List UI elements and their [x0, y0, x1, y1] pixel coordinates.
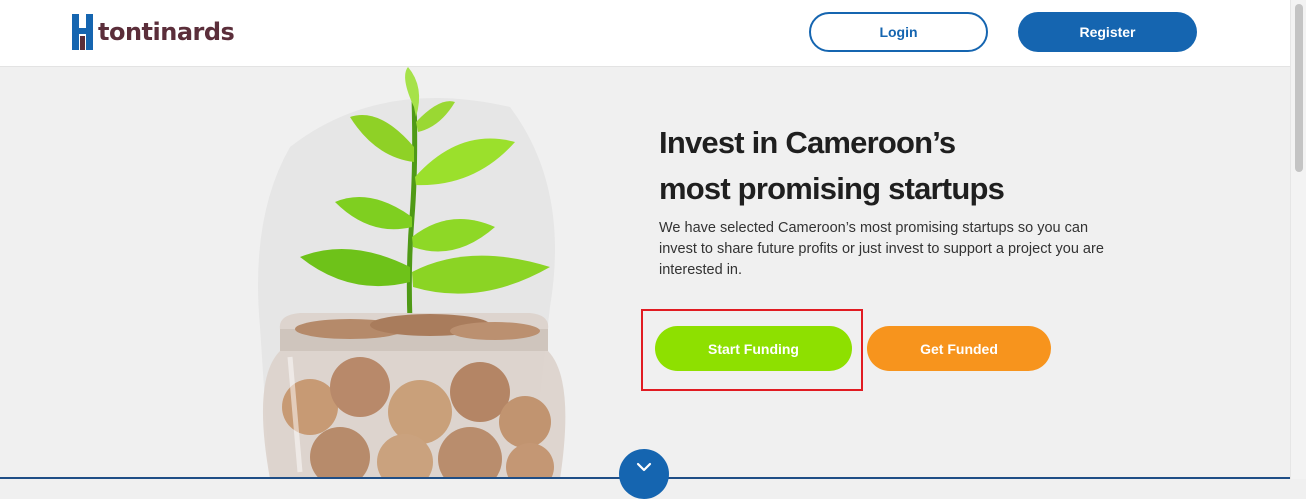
hero-section: Invest in Cameroon’s most promising star… — [0, 67, 1290, 499]
scroll-down-button[interactable] — [619, 449, 669, 499]
headline-line-2: most promising startups — [659, 171, 1005, 206]
register-button[interactable]: Register — [1018, 12, 1197, 52]
chevron-down-icon — [636, 462, 652, 472]
get-funded-button[interactable]: Get Funded — [867, 326, 1051, 371]
plant-coin-jar-image — [258, 67, 566, 479]
brand-name: tontinards — [98, 18, 235, 46]
site-header: tontinards Login Register — [0, 0, 1290, 67]
hero-description: We have selected Cameroon’s most promisi… — [659, 220, 1104, 278]
page-scrollbar[interactable] — [1290, 0, 1306, 479]
login-button[interactable]: Login — [809, 12, 988, 52]
logo-mark-icon — [72, 14, 93, 50]
brand-logo[interactable]: tontinards — [72, 14, 235, 50]
hero-headline: Invest in Cameroon’s most promising star… — [659, 120, 1005, 212]
start-funding-button[interactable]: Start Funding — [655, 326, 852, 371]
headline-line-1: Invest in Cameroon’s — [659, 125, 956, 160]
scrollbar-thumb[interactable] — [1295, 4, 1303, 172]
